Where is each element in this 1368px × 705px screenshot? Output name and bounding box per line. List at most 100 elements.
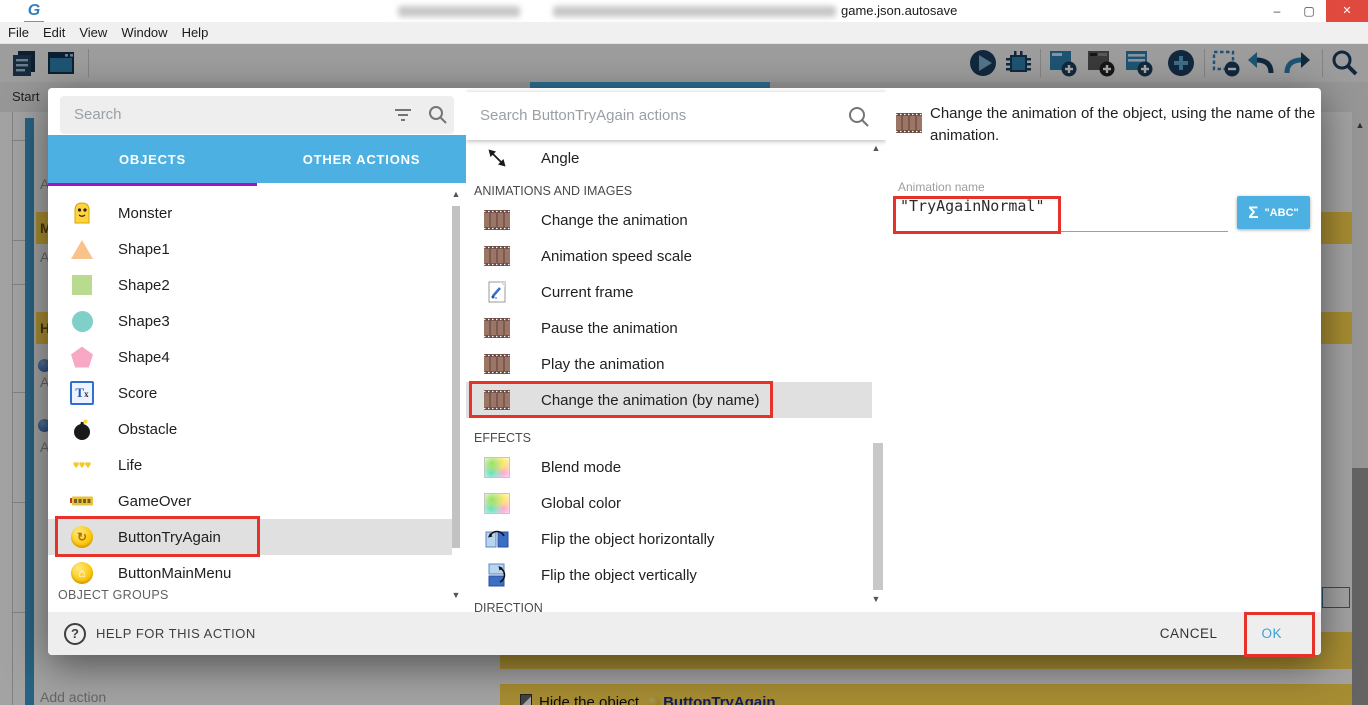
object-item-score[interactable]: Tx Score	[48, 375, 452, 411]
menu-window[interactable]: Window	[121, 25, 167, 40]
frame-page-icon	[484, 281, 510, 303]
annotation-box-buttontryagain	[55, 516, 260, 557]
action-item-pause-animation[interactable]: Pause the animation	[466, 310, 872, 346]
menu-edit[interactable]: Edit	[43, 25, 65, 40]
object-label: Life	[118, 457, 142, 474]
object-label: GameOver	[118, 493, 191, 510]
angle-icon	[484, 147, 510, 169]
search-placeholder: Search ButtonTryAgain actions	[480, 92, 686, 140]
object-item-shape4[interactable]: Shape4	[48, 339, 452, 375]
filter-icon[interactable]	[392, 107, 414, 123]
object-groups-header: OBJECT GROUPS	[58, 588, 169, 602]
app-logo-icon: G	[24, 1, 44, 23]
action-label: Current frame	[541, 284, 634, 301]
dialog-footer: ? HELP FOR THIS ACTION CANCEL OK	[48, 612, 1321, 655]
maximize-button[interactable]: ▢	[1294, 0, 1324, 22]
annotation-box-ok-button	[1244, 612, 1315, 657]
help-icon[interactable]: ?	[64, 623, 86, 645]
annotation-box-change-animation-by-name	[469, 381, 773, 418]
minimize-button[interactable]: –	[1262, 0, 1292, 22]
scroll-up-icon[interactable]: ▲	[448, 189, 464, 199]
object-item-shape1[interactable]: Shape1	[48, 231, 452, 267]
object-item-shape2[interactable]: Shape2	[48, 267, 452, 303]
animation-name-label: Animation name	[898, 180, 985, 194]
action-label: Flip the object vertically	[541, 567, 697, 584]
rainbow-icon	[484, 456, 510, 478]
action-item-flip-horizontally[interactable]: Flip the object horizontally	[466, 521, 872, 557]
action-label: Flip the object horizontally	[541, 531, 714, 548]
action-item-angle[interactable]: Angle	[466, 140, 872, 176]
scroll-down-icon[interactable]: ▼	[868, 594, 884, 604]
pentagon-icon	[70, 345, 94, 369]
object-item-monster[interactable]: Monster	[48, 195, 452, 231]
menu-help[interactable]: Help	[182, 25, 209, 40]
hearts-icon: ♥♥♥	[70, 453, 94, 477]
action-description: Change the animation of the object, usin…	[930, 103, 1316, 147]
object-label: Monster	[118, 205, 172, 222]
window-title: game.json.autosave	[841, 3, 957, 18]
action-item-blend-mode[interactable]: Blend mode	[466, 449, 872, 485]
action-label: Blend mode	[541, 459, 621, 476]
scrollbar-thumb[interactable]	[452, 206, 460, 548]
object-label: ButtonMainMenu	[118, 565, 231, 582]
annotation-box-animation-name-input	[893, 196, 1061, 234]
tab-objects[interactable]: OBJECTS	[48, 135, 257, 183]
action-item-change-animation[interactable]: Change the animation	[466, 202, 872, 238]
menu-bar: File Edit View Window Help	[0, 22, 1368, 44]
menu-file[interactable]: File	[8, 25, 29, 40]
blurred-path-segment	[398, 6, 520, 17]
action-item-play-animation[interactable]: Play the animation	[466, 346, 872, 382]
monster-icon	[70, 201, 94, 225]
gameover-banner-icon	[70, 489, 94, 513]
title-bar: G game.json.autosave – ▢ ✕	[0, 0, 1368, 22]
close-button[interactable]: ✕	[1326, 0, 1368, 22]
gdevelop-window: G game.json.autosave – ▢ ✕ File Edit Vie…	[0, 0, 1368, 705]
cancel-button[interactable]: CANCEL	[1160, 626, 1218, 641]
object-item-shape3[interactable]: Shape3	[48, 303, 452, 339]
action-item-current-frame[interactable]: Current frame	[466, 274, 872, 310]
object-item-gameover[interactable]: GameOver	[48, 483, 452, 519]
action-label: Global color	[541, 495, 621, 512]
action-search-input[interactable]: Search ButtonTryAgain actions	[466, 92, 886, 140]
action-item-global-color[interactable]: Global color	[466, 485, 872, 521]
object-label: Score	[118, 385, 157, 402]
action-item-animation-speed-scale[interactable]: Animation speed scale	[466, 238, 872, 274]
triangle-icon	[70, 237, 94, 261]
square-icon	[70, 273, 94, 297]
action-label: Angle	[541, 150, 579, 167]
object-label: Shape3	[118, 313, 170, 330]
scroll-down-icon[interactable]: ▼	[448, 590, 464, 600]
scroll-up-icon[interactable]: ▲	[868, 143, 884, 153]
search-placeholder: Search	[74, 96, 122, 134]
object-item-obstacle[interactable]: Obstacle	[48, 411, 452, 447]
object-label: Shape4	[118, 349, 170, 366]
expression-editor-button[interactable]: Σ "ABC"	[1237, 196, 1310, 229]
object-label: Obstacle	[118, 421, 177, 438]
flip-vertical-icon	[484, 564, 510, 586]
scrollbar-thumb[interactable]	[873, 443, 883, 590]
tab-other-actions[interactable]: OTHER ACTIONS	[257, 135, 466, 183]
selector-tabs: OBJECTS OTHER ACTIONS	[48, 135, 466, 183]
flip-horizontal-icon	[484, 528, 510, 550]
section-animations-and-images: ANIMATIONS AND IMAGES	[466, 176, 872, 202]
action-editor-dialog: Search OBJECTS OTHER ACTIONS Monster	[48, 88, 1321, 655]
sigma-icon: Σ	[1248, 203, 1258, 223]
section-direction: DIRECTION	[466, 593, 872, 612]
object-item-buttonmainmenu[interactable]: ⌂ ButtonMainMenu	[48, 555, 452, 591]
text-object-icon: Tx	[70, 381, 94, 405]
blurred-path-segment	[553, 6, 836, 17]
search-icon[interactable]	[428, 105, 448, 125]
action-label: Pause the animation	[541, 320, 678, 337]
film-strip-icon	[484, 353, 510, 375]
action-parameters-panel: Change the animation of the object, usin…	[886, 88, 1321, 612]
action-selector-panel: Search ButtonTryAgain actions Angle ANIM…	[466, 88, 886, 612]
expression-button-label: "ABC"	[1264, 207, 1298, 219]
object-item-life[interactable]: ♥♥♥ Life	[48, 447, 452, 483]
action-item-flip-vertically[interactable]: Flip the object vertically	[466, 557, 872, 593]
help-link[interactable]: HELP FOR THIS ACTION	[96, 626, 256, 641]
action-label: Animation speed scale	[541, 248, 692, 265]
film-strip-icon	[484, 209, 510, 231]
search-icon[interactable]	[848, 106, 870, 128]
menu-view[interactable]: View	[79, 25, 107, 40]
object-search-input[interactable]: Search	[60, 96, 454, 134]
